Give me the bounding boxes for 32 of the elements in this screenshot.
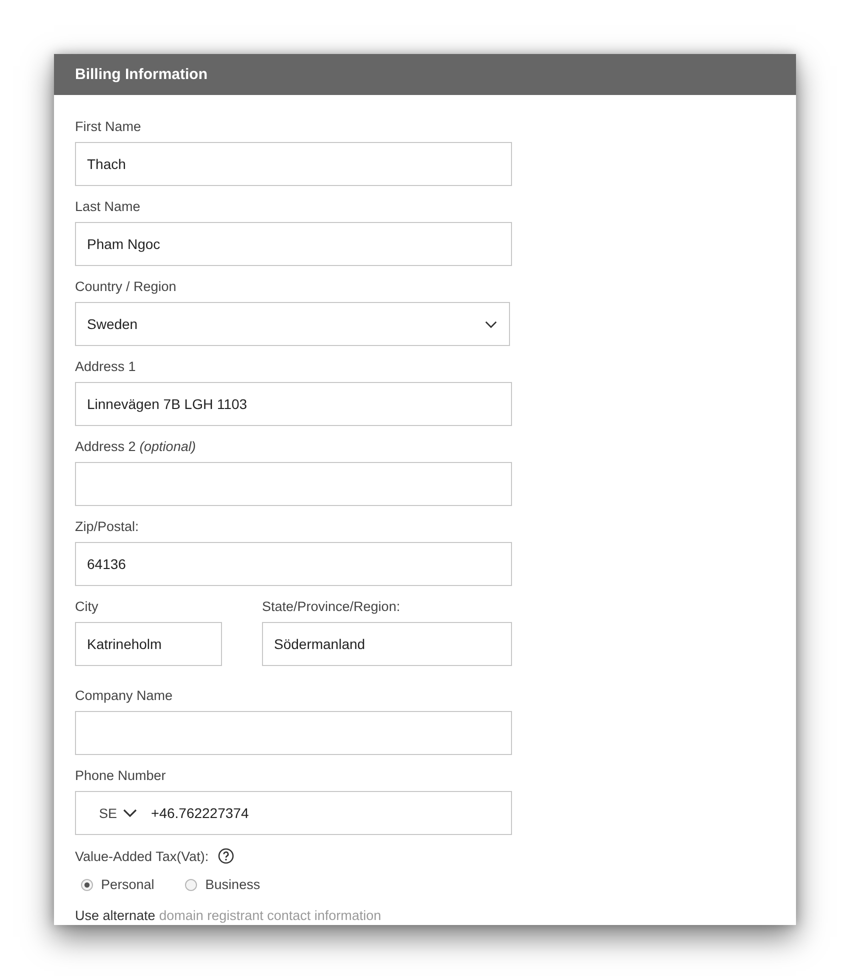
text-input[interactable]	[75, 711, 512, 755]
country-dropdown[interactable]: Sweden	[75, 302, 510, 346]
vat-label: Value-Added Tax(Vat):	[75, 848, 209, 864]
text-input[interactable]: Thach	[75, 142, 512, 186]
text-input[interactable]: Södermanland	[262, 622, 512, 666]
panel-title: Billing Information	[75, 66, 208, 83]
text-input[interactable]: 64136	[75, 542, 512, 586]
text-input[interactable]: Pham Ngoc	[75, 222, 512, 266]
field-label: Company Name	[75, 687, 173, 705]
field-label: State/Province/Region:	[262, 598, 400, 616]
radio-option[interactable]: Business	[185, 876, 260, 894]
field-label: First Name	[75, 118, 142, 136]
field-label: Address 2 (optional)	[75, 438, 196, 456]
field-label: City	[75, 598, 98, 616]
chevron-down-icon	[123, 809, 138, 817]
field-label: Address 1	[75, 358, 136, 376]
text-input[interactable]: Katrineholm	[75, 622, 222, 666]
help-icon[interactable]	[218, 848, 234, 864]
radio-button-icon[interactable]	[81, 879, 93, 891]
phone-field[interactable]: SE +46.762227374	[75, 791, 512, 835]
field-label: Country / Region	[75, 278, 176, 296]
radio-option[interactable]: Personal	[81, 876, 154, 894]
field-label: Last Name	[75, 198, 140, 216]
phone-number-value: +46.762227374	[151, 805, 249, 821]
field-label: Phone Number	[75, 767, 166, 785]
text-input[interactable]	[75, 462, 512, 506]
chevron-down-icon	[485, 320, 497, 328]
field-label: Zip/Postal:	[75, 518, 139, 536]
alternate-contact-text: Use alternate domain registrant contact information	[75, 907, 382, 925]
radio-button-icon[interactable]	[185, 879, 198, 891]
country-code-dropdown[interactable]: SE	[99, 806, 138, 820]
text-input[interactable]: Linnevägen 7B LGH 1103	[75, 382, 512, 426]
